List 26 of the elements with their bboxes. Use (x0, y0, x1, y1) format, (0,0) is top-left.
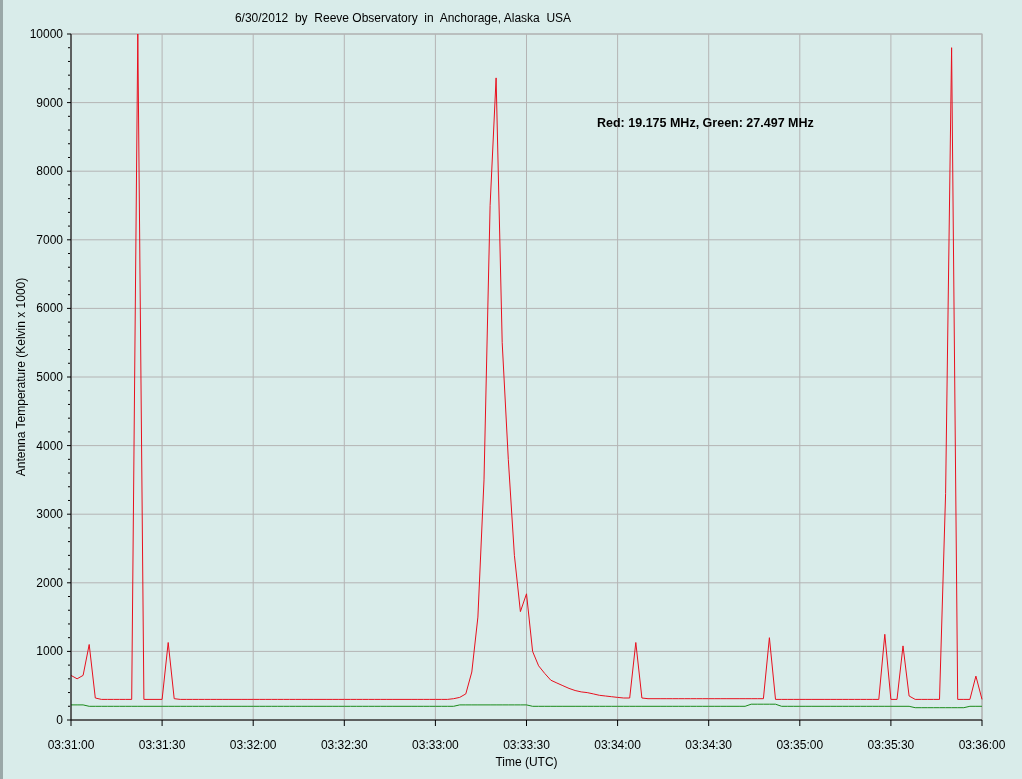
y-tick-label: 5000 (36, 370, 63, 384)
x-tick-label: 03:33:30 (503, 738, 550, 752)
y-tick-label: 0 (56, 713, 63, 727)
x-tick-label: 03:31:30 (138, 738, 186, 752)
x-tick-label: 03:32:30 (320, 738, 368, 752)
y-tick-label: 2000 (36, 575, 63, 590)
legend-text: Red: 19.175 MHz, Green: 27.497 MHz (597, 116, 814, 130)
chart-title: 6/30/2012 by Reeve Observatory in Anchorage, Alaska USA (234, 11, 572, 25)
y-tick-label: 8000 (36, 164, 63, 179)
y-tick-label: 9000 (36, 95, 63, 110)
y-tick-label: 3000 (36, 507, 63, 522)
y-tick-label: 4000 (36, 438, 63, 453)
x-tick-label: 03:31:00 (47, 738, 95, 752)
x-tick-label: 03:34:00 (594, 738, 641, 752)
x-tick-label: 03:33:00 (412, 738, 459, 752)
x-tick-label: 03:35:00 (776, 738, 824, 752)
y-tick-label: 6000 (36, 301, 63, 316)
x-axis-title: Time (UTC) (495, 755, 558, 769)
y-tick-label: 10000 (29, 27, 63, 41)
x-tick-label: 03:35:30 (867, 738, 915, 752)
y-tick-label: 1000 (36, 644, 63, 659)
y-axis-title: Antenna Temperature (Kelvin x 1000) (14, 277, 28, 477)
x-tick-label: 03:34:30 (685, 738, 733, 752)
x-tick-label: 03:36:00 (958, 738, 1006, 752)
y-tick-label: 7000 (36, 232, 63, 247)
x-tick-label: 03:32:00 (229, 738, 277, 752)
